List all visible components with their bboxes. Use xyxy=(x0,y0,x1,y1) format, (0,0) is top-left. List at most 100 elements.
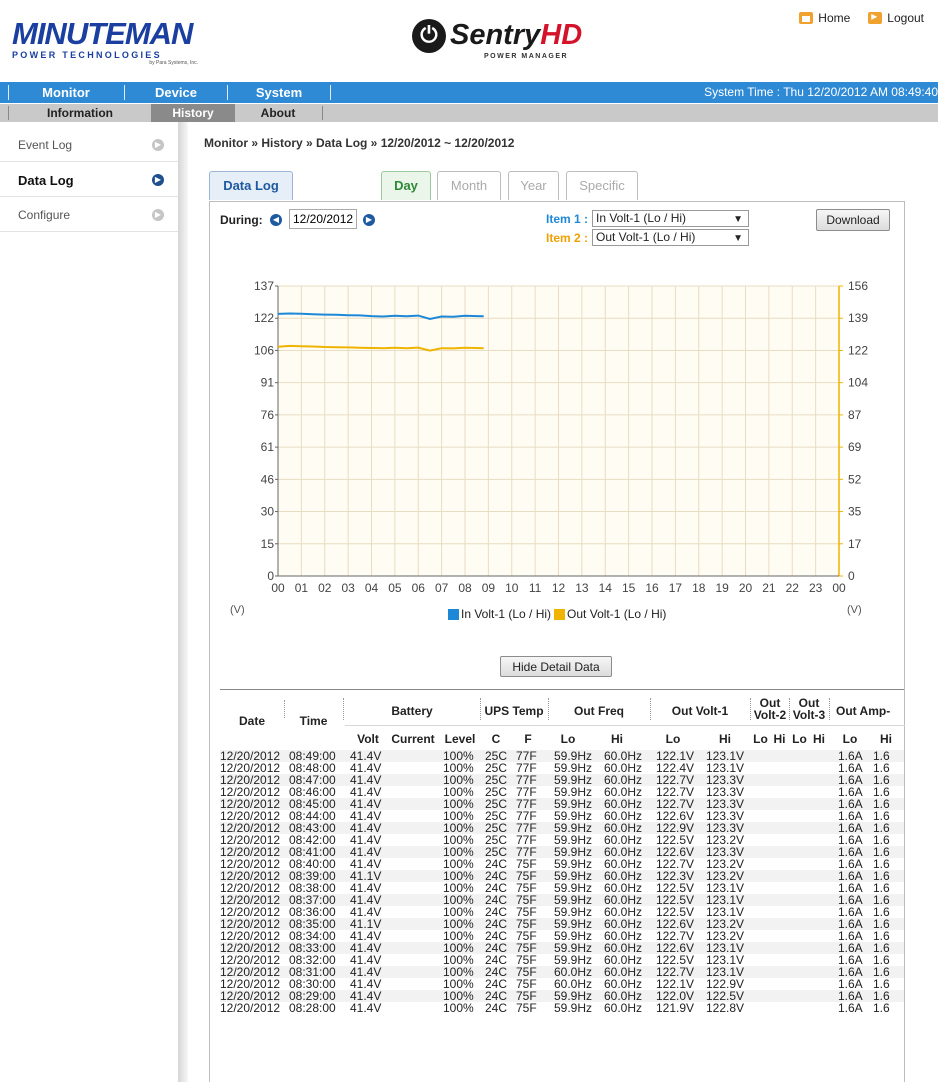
prev-date-button[interactable]: ◀ xyxy=(270,214,282,226)
cell-amp-hi: 1.6 xyxy=(873,858,890,870)
sentryhd-logo-tagline: POWER MANAGER xyxy=(484,53,569,60)
col-header-out-amp: Out Amp- xyxy=(836,705,891,717)
chart-legend: In Volt-1 (Lo / Hi) Out Volt-1 (Lo / Hi) xyxy=(448,607,666,621)
home-icon xyxy=(799,12,814,24)
tab-month[interactable]: Month xyxy=(437,171,501,200)
x-tick-label: 01 xyxy=(295,581,309,595)
minuteman-logo-text: MINUTEMAN xyxy=(12,16,193,51)
x-tick-label: 23 xyxy=(809,581,823,595)
legend-label-series2: Out Volt-1 (Lo / Hi) xyxy=(567,607,667,621)
download-button[interactable]: Download xyxy=(816,209,890,231)
hide-detail-button[interactable]: Hide Detail Data xyxy=(500,656,612,677)
x-tick-label: 07 xyxy=(435,581,449,595)
x-tick-label: 14 xyxy=(599,581,613,595)
main-nav: Monitor Device System System Time : Thu … xyxy=(0,82,938,103)
minuteman-logo-byline: by Para Systems, Inc. xyxy=(149,60,198,66)
nav-separator xyxy=(227,85,228,100)
tab-specific[interactable]: Specific xyxy=(566,171,638,200)
subnav-information[interactable]: Information xyxy=(10,104,150,122)
item1-select[interactable]: In Volt-1 (Lo / Hi) ▼ xyxy=(592,210,749,227)
x-tick-label: 22 xyxy=(786,581,800,595)
x-tick-label: 17 xyxy=(669,581,683,595)
x-tick-label: 03 xyxy=(341,581,355,595)
legend-swatch-series1 xyxy=(448,608,459,620)
nav-system[interactable]: System xyxy=(229,82,329,103)
y-right-tick-label: 87 xyxy=(848,408,862,422)
x-tick-label: 18 xyxy=(692,581,706,595)
subnav-separator xyxy=(322,106,323,120)
nav-separator xyxy=(8,85,9,100)
y-right-tick-label: 139 xyxy=(848,311,868,325)
sidebar-divider xyxy=(178,122,188,1082)
cell-amp-hi: 1.6 xyxy=(873,966,890,978)
data-log-rows: 12/20/2012 08:49:00 41.4V 100% 25C 77F 59.9Hz 6… xyxy=(220,750,904,1014)
sidebar-item-data-log[interactable]: Data Log ▶ xyxy=(0,163,178,197)
y-left-tick-label: 61 xyxy=(261,440,275,454)
col-header-out-volt2: Out Volt-2 xyxy=(751,697,789,721)
cell-battery-level: 100% xyxy=(443,1001,474,1015)
logout-icon xyxy=(868,9,883,24)
subheader-volt: Volt xyxy=(357,732,379,746)
nav-device[interactable]: Device xyxy=(126,82,226,103)
page-header: MINUTEMAN POWER TECHNOLOGIES by Para Sys… xyxy=(0,0,938,78)
tab-year[interactable]: Year xyxy=(508,171,559,200)
logout-label: Logout xyxy=(887,11,924,25)
chevron-right-icon: ▶ xyxy=(152,209,164,221)
cell-amp-hi: 1.6 xyxy=(873,906,890,918)
y-left-tick-label: 76 xyxy=(261,408,275,422)
x-tick-label: 00 xyxy=(271,581,285,595)
y-right-tick-label: 104 xyxy=(848,376,868,390)
nav-separator xyxy=(330,85,331,100)
y-right-unit: (V) xyxy=(847,604,862,616)
subheader-amp-lo: Lo xyxy=(842,732,858,746)
sidebar-item-event-log[interactable]: Event Log ▶ xyxy=(0,128,178,162)
cell-amp-hi: 1.6 xyxy=(873,954,890,966)
col-header-time: Time xyxy=(299,714,328,728)
cell-amp-hi: 1.6 xyxy=(873,990,890,1002)
item2-select[interactable]: Out Volt-1 (Lo / Hi) ▼ xyxy=(592,229,749,246)
sentryhd-logo: ⏻ SentryHD POWER MANAGER xyxy=(412,17,582,67)
date-input[interactable] xyxy=(289,209,357,229)
system-time: System Time : Thu 12/20/2012 AM 08:49:40 xyxy=(704,85,938,99)
sidebar-item-configure[interactable]: Configure ▶ xyxy=(0,198,178,232)
home-link[interactable]: Home xyxy=(799,11,850,25)
tab-data-log[interactable]: Data Log xyxy=(209,171,293,200)
cell-amp-hi: 1.6 xyxy=(873,822,890,834)
cell-amp-hi: 1.6 xyxy=(873,894,890,906)
sub-nav: Information History About xyxy=(0,104,938,122)
subnav-history[interactable]: History xyxy=(151,104,235,122)
tab-day[interactable]: Day xyxy=(381,171,431,200)
subheader-v3-lo: Lo xyxy=(792,732,807,746)
cell-amp-hi: 1.6 xyxy=(873,834,890,846)
cell-time: 08:28:00 xyxy=(289,1001,336,1015)
sentryhd-logo-text: SentryHD xyxy=(450,17,582,53)
cell-battery-volt: 41.4V xyxy=(350,1001,382,1015)
cell-amp-hi: 1.6 xyxy=(873,774,890,786)
cell-amp-hi: 1.6 xyxy=(873,930,890,942)
item1-selected-value: In Volt-1 (Lo / Hi) xyxy=(596,211,687,225)
subheader-c: C xyxy=(491,732,501,746)
table-subheader-row: Volt Current Level C F Lo Hi Lo Hi Lo Hi… xyxy=(220,729,904,749)
next-date-button[interactable]: ▶ xyxy=(363,214,375,226)
cell-amp-hi: 1.6 xyxy=(873,942,890,954)
logout-link[interactable]: Logout xyxy=(868,9,924,25)
subnav-about[interactable]: About xyxy=(236,104,320,122)
cell-amp-hi: 1.6 xyxy=(873,918,890,930)
item1-label: Item 1 : xyxy=(546,212,589,226)
col-separator xyxy=(480,698,481,720)
y-right-tick-label: 35 xyxy=(848,505,862,519)
subheader-v3-hi: Hi xyxy=(813,732,825,746)
y-right-tick-label: 0 xyxy=(848,569,855,583)
sidebar: Event Log ▶ Data Log ▶ Configure ▶ xyxy=(0,122,178,1082)
subheader-current: Current xyxy=(391,732,435,746)
table-header-rule xyxy=(345,725,905,726)
cell-temp-f: 75F xyxy=(516,1001,537,1015)
col-header-out-volt3: Out Volt-3 xyxy=(790,697,828,721)
col-header-date: Date xyxy=(238,714,265,728)
sentry-text: Sentry xyxy=(450,19,541,51)
subheader-freq-hi: Hi xyxy=(611,732,623,746)
nav-monitor[interactable]: Monitor xyxy=(10,82,122,103)
y-right-tick-label: 69 xyxy=(848,440,862,454)
y-right-tick-label: 52 xyxy=(848,472,862,486)
cell-freq-lo: 59.9Hz xyxy=(554,1001,593,1015)
